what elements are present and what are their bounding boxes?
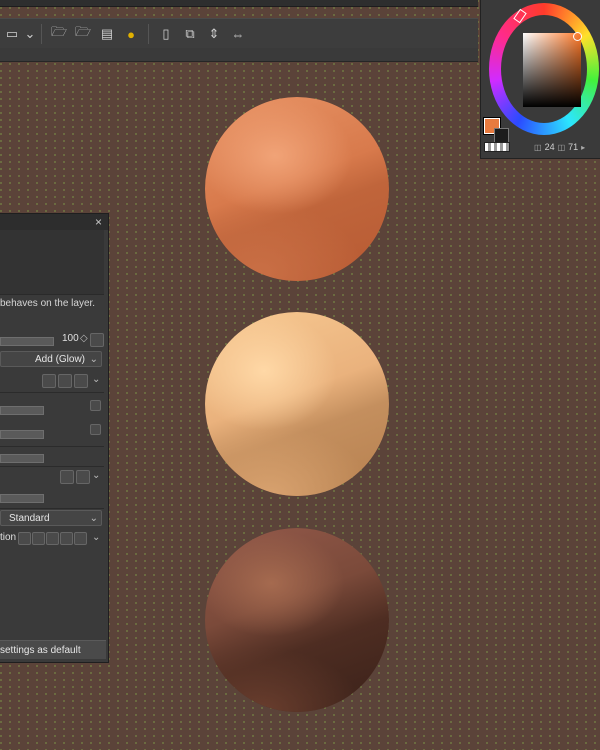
saturation-value: 71 <box>568 142 579 152</box>
duplicate-icon[interactable]: ⧉ <box>179 23 201 45</box>
export-icon[interactable]: ▤ <box>96 23 118 45</box>
chevron-down-icon[interactable]: ⌄ <box>25 23 36 45</box>
correction-option-icon[interactable] <box>74 532 87 545</box>
hsv-readout: ◫ 24 ◫ 71 ▸ <box>534 141 600 153</box>
color-palette-icon[interactable]: ● <box>120 23 142 45</box>
brown-sphere <box>205 528 389 712</box>
close-icon[interactable]: × <box>95 214 102 230</box>
pressure-toggle-icon[interactable] <box>90 333 104 347</box>
register-default-button[interactable]: settings as default <box>0 640 106 659</box>
section-divider <box>0 446 104 447</box>
panel-titlebar: × <box>0 214 108 230</box>
texture-row: ⌄ <box>0 468 104 486</box>
shape-option-icon[interactable] <box>42 374 56 388</box>
section-divider <box>0 466 104 467</box>
texture-option-icon[interactable] <box>60 470 74 484</box>
chevron-down-icon: ⌄ <box>89 354 98 365</box>
density-slider[interactable] <box>0 430 44 439</box>
pressure-toggle-icon[interactable] <box>90 400 101 411</box>
sv-marker[interactable] <box>573 32 582 41</box>
orange-sphere <box>205 97 389 281</box>
menu-strip <box>0 0 478 7</box>
value-icon: ▸ <box>581 142 586 152</box>
texture-density-slider[interactable] <box>0 494 44 503</box>
peach-sphere <box>205 312 389 496</box>
command-bar: ▭ ⌄ 🗁 🗁 ▤ ● ▯ ⧉ ⇕ ⇔ <box>0 18 478 50</box>
flip-vertical-icon[interactable]: ⇕ <box>203 23 225 45</box>
pressure-toggle-icon[interactable] <box>90 424 101 435</box>
section-divider <box>0 392 104 393</box>
shape-option-icon[interactable] <box>74 374 88 388</box>
chevron-down-icon[interactable]: ⌄ <box>92 470 100 481</box>
toolbar-strip <box>0 48 478 62</box>
correction-option-icon[interactable] <box>60 532 73 545</box>
document-icon[interactable]: ▯ <box>155 23 177 45</box>
saturation-icon: ◫ <box>557 142 566 152</box>
tool-property-panel: × behaves on the layer. 100 ◇ Add (Glow)… <box>0 213 109 663</box>
standard-select[interactable]: Standard ⌄ <box>0 510 102 526</box>
sub-color-swatch[interactable] <box>494 128 509 143</box>
correction-label: tion <box>0 532 17 543</box>
scanner-icon[interactable]: ▭ <box>1 23 23 45</box>
flip-horizontal-icon[interactable]: ⇔ <box>227 23 249 45</box>
correction-option-icon[interactable] <box>32 532 45 545</box>
opacity-row: 100 ◇ <box>0 332 104 350</box>
section-divider <box>0 508 104 509</box>
saturation-value-square[interactable] <box>523 33 581 107</box>
transparent-color-swatch[interactable] <box>484 142 510 152</box>
texture-option-icon[interactable] <box>76 470 90 484</box>
correction-row: tion ⌄ <box>0 530 104 548</box>
correction-option-icon[interactable] <box>18 532 31 545</box>
opacity-value[interactable]: 100 <box>62 333 79 344</box>
toolbar-divider <box>41 24 42 44</box>
correction-option-icon[interactable] <box>46 532 59 545</box>
blending-mode-select[interactable]: Add (Glow) ⌄ <box>0 351 102 367</box>
chevron-down-icon: ⌄ <box>89 513 98 524</box>
toolbar-divider <box>148 24 149 44</box>
chevron-down-icon[interactable]: ⌄ <box>92 532 100 543</box>
open-folder-alt-icon[interactable]: 🗁 <box>72 23 94 45</box>
open-folder-icon[interactable]: 🗁 <box>48 23 70 45</box>
brush-shape-row: ⌄ <box>0 372 104 390</box>
opacity-slider[interactable] <box>0 337 54 346</box>
blend-mode-description: behaves on the layer. <box>0 298 96 309</box>
standard-label: Standard <box>9 513 50 524</box>
shape-option-icon[interactable] <box>58 374 72 388</box>
tool-preview-area <box>0 230 104 295</box>
hue-value: 24 <box>544 142 555 152</box>
thickness-slider[interactable] <box>0 454 44 463</box>
hue-icon: ◫ <box>534 142 542 152</box>
blending-mode-label: Add (Glow) <box>35 354 86 365</box>
size-slider[interactable] <box>0 406 44 415</box>
chevron-down-icon[interactable]: ⌄ <box>92 374 100 385</box>
spinner-icon[interactable]: ◇ <box>80 333 88 344</box>
